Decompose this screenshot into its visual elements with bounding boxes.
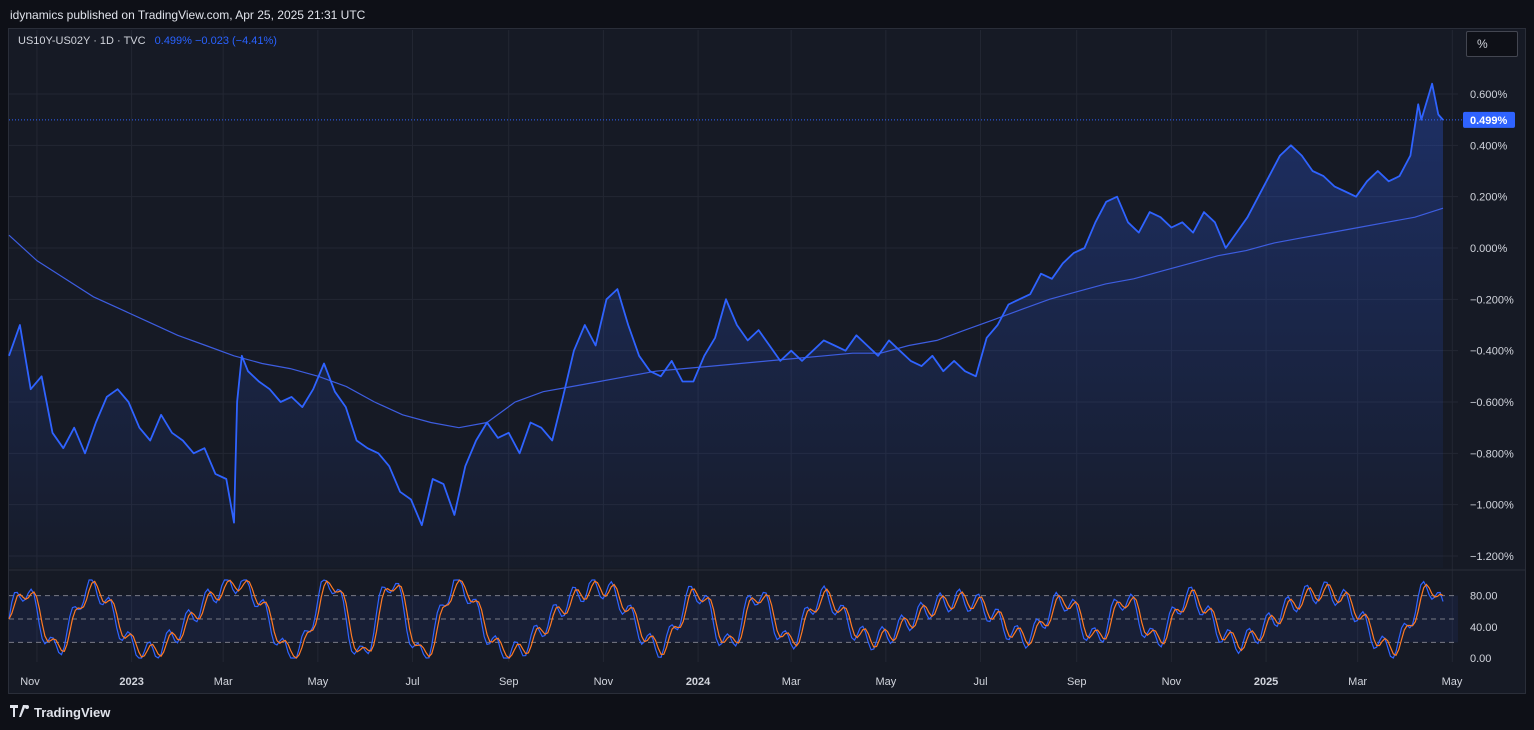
- price-chart[interactable]: 0.600% 0.400% 0.200% 0.000% −0.200% −0.400% −0…: [0, 0, 1534, 730]
- time-tick-label: Nov: [1162, 676, 1182, 688]
- price-tick-label: −1.000%: [1470, 500, 1514, 512]
- time-tick-label: Mar: [1348, 676, 1367, 688]
- tradingview-logo-icon: [10, 705, 30, 718]
- stoch-tick-label: 80.00: [1470, 591, 1498, 603]
- time-tick-label: Sep: [499, 676, 519, 688]
- time-tick-label: 2023: [119, 676, 143, 688]
- price-tick-label: −0.400%: [1470, 346, 1514, 358]
- stoch-tick-label: 0.00: [1470, 653, 1491, 665]
- last-price-label: 0.499%: [1470, 115, 1508, 127]
- time-tick-label: Sep: [1067, 676, 1087, 688]
- price-tick-label: −0.200%: [1470, 294, 1514, 306]
- time-tick-label: May: [875, 676, 896, 688]
- price-axis: 0.600% 0.400% 0.200% 0.000% −0.200% −0.400% −0…: [1463, 89, 1515, 563]
- time-tick-label: 2024: [686, 676, 711, 688]
- time-tick-label: Jul: [973, 676, 987, 688]
- price-tick-label: −0.800%: [1470, 448, 1514, 460]
- time-tick-label: Mar: [782, 676, 801, 688]
- price-tick-label: 0.600%: [1470, 89, 1508, 101]
- time-tick-label: Nov: [20, 676, 40, 688]
- price-area-fill: [9, 83, 1443, 568]
- price-tick-label: 0.200%: [1470, 192, 1508, 204]
- stochastic-pane: 80.00 40.00 0.00: [8, 579, 1498, 665]
- price-tick-label: 0.400%: [1470, 140, 1508, 152]
- time-tick-label: Mar: [214, 676, 233, 688]
- brand-label: TradingView: [34, 705, 111, 720]
- stoch-tick-label: 40.00: [1470, 622, 1498, 634]
- time-tick-label: May: [307, 676, 328, 688]
- symbol-values: 0.499% −0.023 (−4.41%): [154, 35, 277, 47]
- time-tick-label: Jul: [405, 676, 419, 688]
- symbol-legend[interactable]: US10Y-US02Y · 1D · TVC 0.499% −0.023 (−4…: [18, 35, 277, 47]
- tradingview-brand[interactable]: TradingView: [10, 705, 110, 720]
- percent-scale-button[interactable]: %: [1466, 31, 1518, 57]
- price-area: [9, 83, 1443, 568]
- symbol-label[interactable]: US10Y-US02Y · 1D · TVC: [18, 35, 146, 47]
- time-tick-label: Nov: [594, 676, 614, 688]
- price-tick-label: 0.000%: [1470, 243, 1508, 255]
- time-axis: Nov 2023 Mar May Jul Sep Nov 2024 Mar May Jul Sep No…: [20, 676, 1463, 688]
- price-tick-label: −0.600%: [1470, 397, 1514, 409]
- time-tick-label: 2025: [1254, 676, 1278, 688]
- price-tick-label: −1.200%: [1470, 551, 1514, 563]
- time-tick-label: May: [1442, 676, 1463, 688]
